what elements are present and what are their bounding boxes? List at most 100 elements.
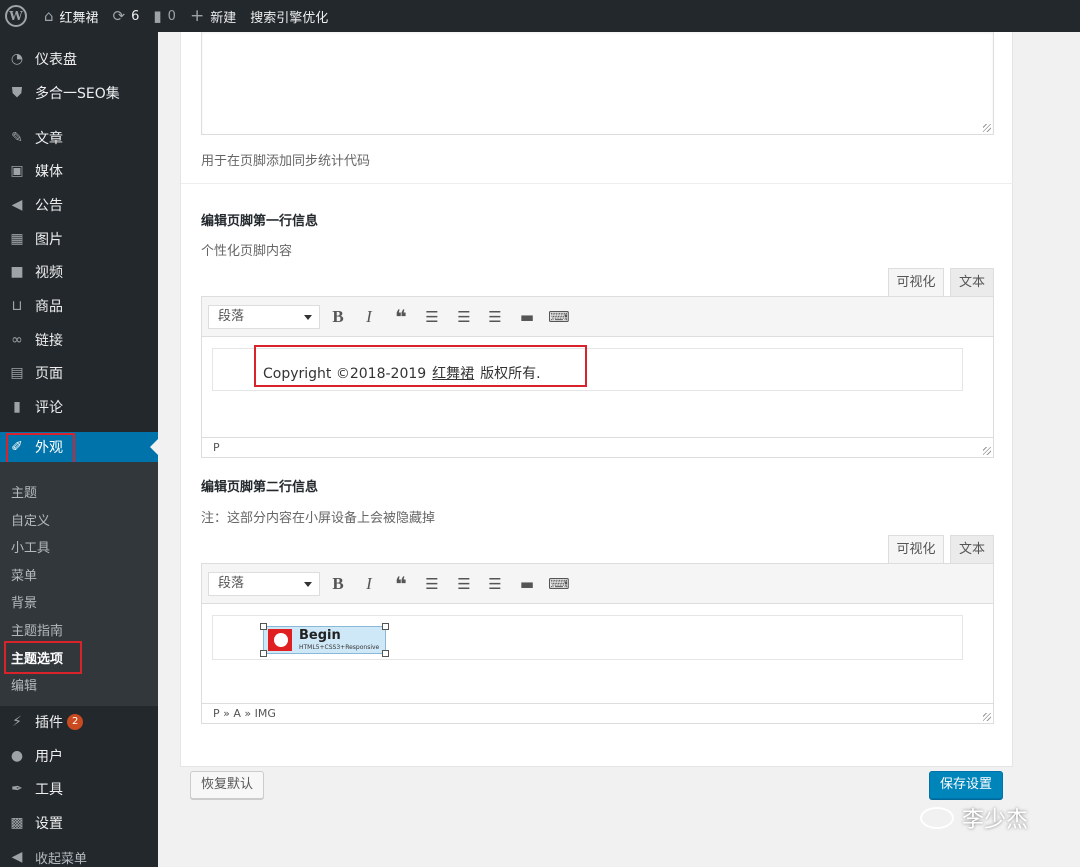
menu-item-plugins[interactable]: ⚡ 插件 2 <box>0 707 158 737</box>
wordpress-logo-button[interactable]: W <box>0 0 37 32</box>
resize-grip-icon[interactable] <box>983 124 991 132</box>
menu-item-images[interactable]: ▦ 图片 <box>0 224 158 254</box>
menu-label: 插件 <box>35 715 63 731</box>
dashboard-icon: ◔ <box>10 51 24 67</box>
toolbar-toggle-button[interactable]: ⌨ <box>546 305 572 329</box>
format-select-value: 段落 <box>218 576 245 591</box>
menu-label: 仪表盘 <box>35 52 77 68</box>
submenu-customize[interactable]: 自定义 <box>11 510 50 529</box>
resize-handle-bottom-right[interactable] <box>382 650 389 657</box>
menu-label: 收起菜单 <box>35 851 88 867</box>
stats-code-textarea[interactable] <box>201 32 994 135</box>
reset-defaults-button[interactable]: 恢复默认 <box>190 771 265 799</box>
menu-collapse[interactable]: ◀ 收起菜单 <box>0 842 158 867</box>
menu-label: 多合一SEO集 <box>35 86 120 102</box>
logo-subtitle: HTML5+CSS3+Responsive <box>299 644 380 651</box>
read-more-button[interactable]: ▬ <box>514 572 540 596</box>
logo-circle <box>274 633 288 647</box>
shield-icon: ⛊ <box>11 85 23 101</box>
submenu-menus[interactable]: 菜单 <box>11 565 37 584</box>
menu-item-dashboard[interactable]: ◔ 仪表盘 <box>0 44 158 74</box>
align-center-button[interactable]: ☰ <box>451 572 477 596</box>
menu-item-users[interactable]: ● 用户 <box>0 741 158 771</box>
footer1-tab-visual[interactable]: 可视化 <box>888 268 944 296</box>
resize-grip-icon[interactable] <box>983 447 991 455</box>
menu-item-products[interactable]: ⊔ 商品 <box>0 291 158 321</box>
menu-item-videos[interactable]: ■ 视频 <box>0 257 158 287</box>
admin-sidebar: ◔ 仪表盘 ⛊ 多合一SEO集 ✎ 文章 ▣ 媒体 ◀ 公告 ▦ 图片 ■ 视频 ⊔ 商品 ∞ 链… <box>0 32 158 867</box>
save-settings-button[interactable]: 保存设置 <box>929 771 1004 799</box>
menu-item-posts[interactable]: ✎ 文章 <box>0 123 158 153</box>
footer1-path: P <box>213 441 220 454</box>
updates-link[interactable]: ⟳ 6 <box>106 0 147 32</box>
align-left-button[interactable]: ☰ <box>419 572 445 596</box>
plus-icon: + <box>189 6 205 26</box>
align-right-button[interactable]: ☰ <box>482 305 508 329</box>
resize-handle-top-right[interactable] <box>382 623 389 630</box>
bold-button[interactable]: B <box>325 572 351 596</box>
highlight-box-copyright <box>254 345 587 387</box>
toolbar-toggle-button[interactable]: ⌨ <box>546 572 572 596</box>
italic-button[interactable]: I <box>356 305 382 329</box>
site-name: 红舞裙 <box>59 10 99 26</box>
align-left-button[interactable]: ☰ <box>419 305 445 329</box>
menu-label: 图片 <box>35 232 63 248</box>
submenu-editor[interactable]: 编辑 <box>11 675 37 694</box>
user-icon: ● <box>10 748 24 764</box>
comments-link[interactable]: ▮ 0 <box>146 0 183 32</box>
home-icon: ⌂ <box>44 7 54 25</box>
new-content-link[interactable]: + 新建 <box>183 0 243 32</box>
site-name-link[interactable]: ⌂ 红舞裙 <box>37 0 106 32</box>
media-icon: ▣ <box>10 163 24 179</box>
menu-item-notices[interactable]: ◀ 公告 <box>0 190 158 220</box>
footer2-description: 注：这部分内容在小屏设备上会被隐藏掉 <box>201 511 436 526</box>
video-icon: ■ <box>10 264 24 280</box>
format-select[interactable]: 段落 <box>208 305 320 329</box>
menu-item-seo[interactable]: ⛊ 多合一SEO集 <box>0 78 158 108</box>
seo-label: 搜索引擎优化 <box>250 10 329 26</box>
watermark-text: 李少杰 <box>962 808 1029 833</box>
menu-item-comments[interactable]: ▮ 评论 <box>0 392 158 422</box>
resize-grip-icon[interactable] <box>983 713 991 721</box>
footer2-toolbar: 段落 B I ❝ ☰ ☰ ☰ ▬ ⌨ <box>202 564 993 604</box>
wechat-icon <box>920 807 954 829</box>
blockquote-button[interactable]: ❝ <box>388 305 414 329</box>
begin-logo-image[interactable]: Begin HTML5+CSS3+Responsive <box>260 623 389 657</box>
submenu-widgets[interactable]: 小工具 <box>11 537 50 556</box>
footer2-tab-visual[interactable]: 可视化 <box>888 535 944 563</box>
resize-handle-top-left[interactable] <box>260 623 267 630</box>
bold-button[interactable]: B <box>325 305 351 329</box>
footer2-tab-text[interactable]: 文本 <box>950 535 994 563</box>
plugins-badge: 2 <box>67 714 84 730</box>
admin-bar: W ⌂ 红舞裙 ⟳ 6 ▮ 0 + 新建 搜索引擎优化 <box>0 0 1080 32</box>
updates-count: 6 <box>131 8 140 24</box>
menu-item-media[interactable]: ▣ 媒体 <box>0 156 158 186</box>
image-icon: ▦ <box>10 231 24 247</box>
blockquote-button[interactable]: ❝ <box>388 572 414 596</box>
read-more-button[interactable]: ▬ <box>514 305 540 329</box>
menu-label: 设置 <box>35 816 63 832</box>
footer1-tab-text[interactable]: 文本 <box>950 268 994 296</box>
logo-title: Begin <box>299 628 341 643</box>
chevron-down-icon <box>304 582 312 587</box>
footer2-content[interactable]: Begin HTML5+CSS3+Responsive <box>212 615 963 660</box>
italic-button[interactable]: I <box>356 572 382 596</box>
wrench-icon: ✒ <box>11 781 23 797</box>
collapse-icon: ◀ <box>11 849 23 865</box>
page-icon: ▤ <box>10 365 24 381</box>
submenu-themes[interactable]: 主题 <box>11 482 37 501</box>
align-center-button[interactable]: ☰ <box>451 305 477 329</box>
menu-item-pages[interactable]: ▤ 页面 <box>0 358 158 388</box>
align-right-button[interactable]: ☰ <box>482 572 508 596</box>
format-select[interactable]: 段落 <box>208 572 320 596</box>
footer1-path-bar: P <box>202 437 993 457</box>
seo-link[interactable]: 搜索引擎优化 <box>243 0 335 32</box>
menu-item-links[interactable]: ∞ 链接 <box>0 325 158 355</box>
resize-handle-bottom-left[interactable] <box>260 650 267 657</box>
menu-item-tools[interactable]: ✒ 工具 <box>0 774 158 804</box>
submenu-theme-guide[interactable]: 主题指南 <box>11 620 63 639</box>
footer2-path: P » A » IMG <box>213 707 276 720</box>
submenu-background[interactable]: 背景 <box>11 592 37 611</box>
comments-count: 0 <box>167 8 176 24</box>
menu-item-settings[interactable]: ▩ 设置 <box>0 808 158 838</box>
